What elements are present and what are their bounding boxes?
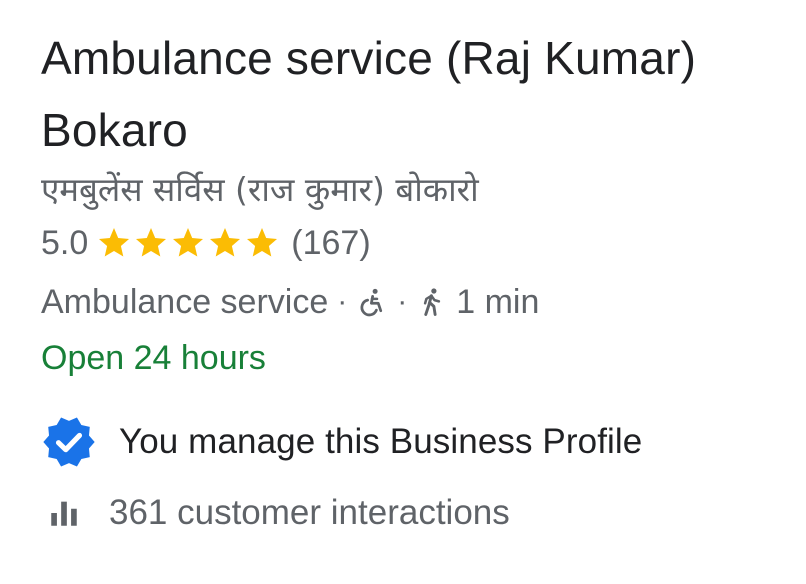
- star-icon: [170, 225, 206, 261]
- rating-row[interactable]: 5.0 (167): [41, 218, 791, 268]
- business-card: Ambulance service (Raj Kumar) Bokaro एमब…: [41, 22, 791, 538]
- bar-chart-icon: [47, 496, 81, 530]
- rating-value: 5.0: [41, 223, 89, 262]
- manage-profile-row[interactable]: You manage this Business Profile: [41, 416, 791, 468]
- walk-time[interactable]: 1 min: [456, 283, 539, 322]
- star-icon: [96, 225, 132, 261]
- separator-dot: ·: [397, 285, 408, 318]
- meta-row: Ambulance service · · 1 min: [41, 276, 791, 328]
- business-local-name: एमबुलेंस सर्विस (राज कुमार) बोकारो: [41, 170, 479, 209]
- star-icon: [133, 225, 169, 261]
- rating-stars: [96, 225, 281, 261]
- hours-status[interactable]: Open 24 hours: [41, 336, 791, 380]
- star-icon: [244, 225, 280, 261]
- walking-person-icon: [416, 285, 448, 319]
- customer-interactions-link[interactable]: 361 customer interactions: [109, 493, 510, 533]
- separator-dot: ·: [337, 285, 348, 318]
- wheelchair-icon: [356, 285, 388, 319]
- star-icon: [207, 225, 243, 261]
- review-count[interactable]: (167): [291, 224, 370, 263]
- business-title: Ambulance service (Raj Kumar) Bokaro: [41, 22, 791, 166]
- business-name-line2: Bokaro: [41, 104, 188, 156]
- verified-badge-icon: [41, 414, 97, 470]
- business-name-line1: Ambulance service (Raj Kumar): [41, 32, 697, 84]
- business-category[interactable]: Ambulance service: [41, 283, 328, 322]
- interactions-row[interactable]: 361 customer interactions: [41, 488, 791, 538]
- manage-profile-text[interactable]: You manage this Business Profile: [119, 422, 642, 462]
